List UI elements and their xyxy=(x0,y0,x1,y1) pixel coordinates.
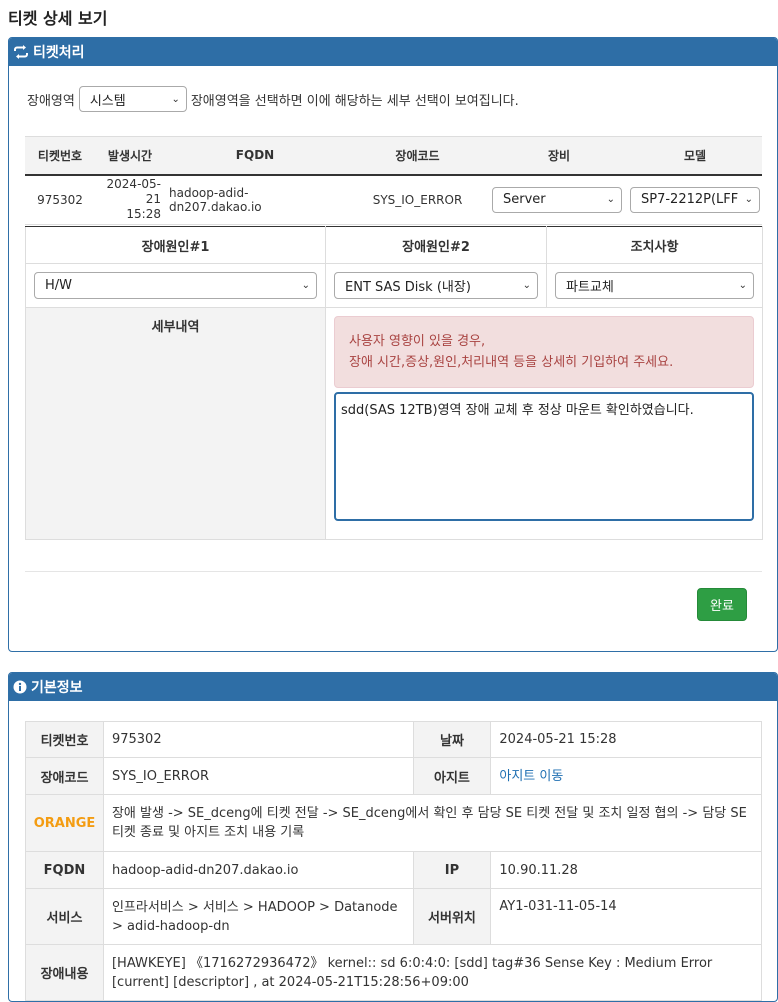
orange-label: ORANGE xyxy=(25,794,104,852)
col-code: 장애코드 xyxy=(345,136,490,176)
chevron-down-icon: ⌄ xyxy=(301,280,310,291)
table-row: FQDN hadoop-adid-dn207.dakao.io IP 10.90… xyxy=(25,851,762,889)
chevron-down-icon: ⌄ xyxy=(522,280,531,291)
table-row: 장애코드 SYS_IO_ERROR 아지트 아지트 이동 xyxy=(25,757,762,795)
col-ticket-no: 티켓번호 xyxy=(25,136,95,176)
ip-value: 10.90.11.28 xyxy=(490,851,762,889)
chevron-down-icon: ⌄ xyxy=(744,194,753,206)
location-value: AY1-031-11-05-14 xyxy=(490,888,762,945)
model-select[interactable]: SP7-2212P(LFF ⌄ xyxy=(630,186,760,213)
area-hint: 장애영역을 선택하면 이에 해당하는 세부 선택이 보여집니다. xyxy=(190,93,519,109)
equipment-select[interactable]: Server ⌄ xyxy=(492,186,622,213)
orange-flow: 장애 발생 -> SE_dceng에 티켓 전달 -> SE_dceng에서 확… xyxy=(102,794,763,852)
col-equipment: 장비 xyxy=(490,136,628,176)
divider xyxy=(25,571,762,572)
ticket-table: 티켓번호 발생시간 FQDN 장애코드 장비 모델 975302 2024-05… xyxy=(25,136,762,225)
col-fqdn: FQDN xyxy=(165,136,345,176)
cause2-select[interactable]: ENT SAS Disk (내장) ⌄ xyxy=(334,272,538,299)
table-row: 975302 2024-05-21 15:28 hadoop-adid-dn20… xyxy=(25,174,762,225)
basic-info-header: 기본정보 xyxy=(9,673,777,701)
chevron-down-icon: ⌄ xyxy=(738,280,747,291)
chevron-down-icon: ⌄ xyxy=(171,93,180,105)
agit-link[interactable]: 아지트 이동 xyxy=(499,769,563,784)
action-select[interactable]: 파트교체 ⌄ xyxy=(555,272,754,299)
ticket-process-header: 티켓처리 xyxy=(9,38,777,66)
refresh-icon xyxy=(13,45,29,59)
page-title: 티켓 상세 보기 xyxy=(8,9,108,28)
cause-table: 장애원인#1 장애원인#2 조치사항 H/W ⌄ ENT SAS Disk (내… xyxy=(25,226,763,540)
basic-info-table: 티켓번호 975302 날짜 2024-05-21 15:28 장애코드 SYS… xyxy=(25,721,763,1001)
fqdn-value: hadoop-adid-dn207.dakao.io xyxy=(102,851,414,889)
fqdn-cell: hadoop-adid-dn207.dakao.io xyxy=(165,174,345,225)
detail-textarea[interactable]: sdd(SAS 12TB)영역 장애 교체 후 정상 마운트 확인하였습니다. xyxy=(334,392,754,521)
col-model: 모델 xyxy=(628,136,762,176)
ticket-process-panel: 티켓처리 장애영역 시스템 ⌄ 장애영역을 선택하면 이에 해당하는 세부 선택… xyxy=(8,37,778,652)
cause1-select[interactable]: H/W ⌄ xyxy=(34,272,317,299)
table-row: 장애내용 [HAWKEYE] 《1716272936472》 kernel:: … xyxy=(25,944,763,1001)
col-time: 발생시간 xyxy=(95,136,165,176)
table-row: 티켓번호 975302 날짜 2024-05-21 15:28 xyxy=(25,721,762,758)
ticket-no-cell: 975302 xyxy=(25,174,95,225)
date-value: 2024-05-21 15:28 xyxy=(490,721,762,758)
table-row: ORANGE 장애 발생 -> SE_dceng에 티켓 전달 -> SE_dc… xyxy=(25,794,763,852)
content-value: [HAWKEYE] 《1716272936472》 kernel:: sd 6:… xyxy=(102,944,763,1001)
done-button[interactable]: 완료 xyxy=(697,588,747,621)
ticket-no-value: 975302 xyxy=(102,721,414,758)
area-row: 장애영역 시스템 ⌄ 장애영역을 선택하면 이에 해당하는 세부 선택이 보여집… xyxy=(27,85,519,113)
detail-alert: 사용자 영향이 있을 경우, 장애 시간,증상,원인,처리내역 등을 상세히 기… xyxy=(334,316,754,388)
service-value: 인프라서비스 > 서비스 > HADOOP > Datanode > adid-… xyxy=(102,888,414,945)
area-label: 장애영역 xyxy=(27,93,75,109)
col-action: 조치사항 xyxy=(546,226,763,264)
basic-info-panel: 기본정보 티켓번호 975302 날짜 2024-05-21 15:28 장애코… xyxy=(8,672,778,1002)
time-cell: 2024-05-21 15:28 xyxy=(95,174,165,225)
basic-info-title: 기본정보 xyxy=(31,680,83,696)
code-cell: SYS_IO_ERROR xyxy=(345,174,490,225)
code-value: SYS_IO_ERROR xyxy=(102,757,414,795)
col-cause2: 장애원인#2 xyxy=(325,226,547,264)
chevron-down-icon: ⌄ xyxy=(606,194,615,206)
info-icon xyxy=(13,680,27,694)
detail-label: 세부내역 xyxy=(25,307,326,540)
ticket-process-title: 티켓처리 xyxy=(33,45,85,61)
table-row: 서비스 인프라서비스 > 서비스 > HADOOP > Datanode > a… xyxy=(25,888,762,945)
area-select[interactable]: 시스템 ⌄ xyxy=(78,86,187,112)
col-cause1: 장애원인#1 xyxy=(25,226,326,264)
